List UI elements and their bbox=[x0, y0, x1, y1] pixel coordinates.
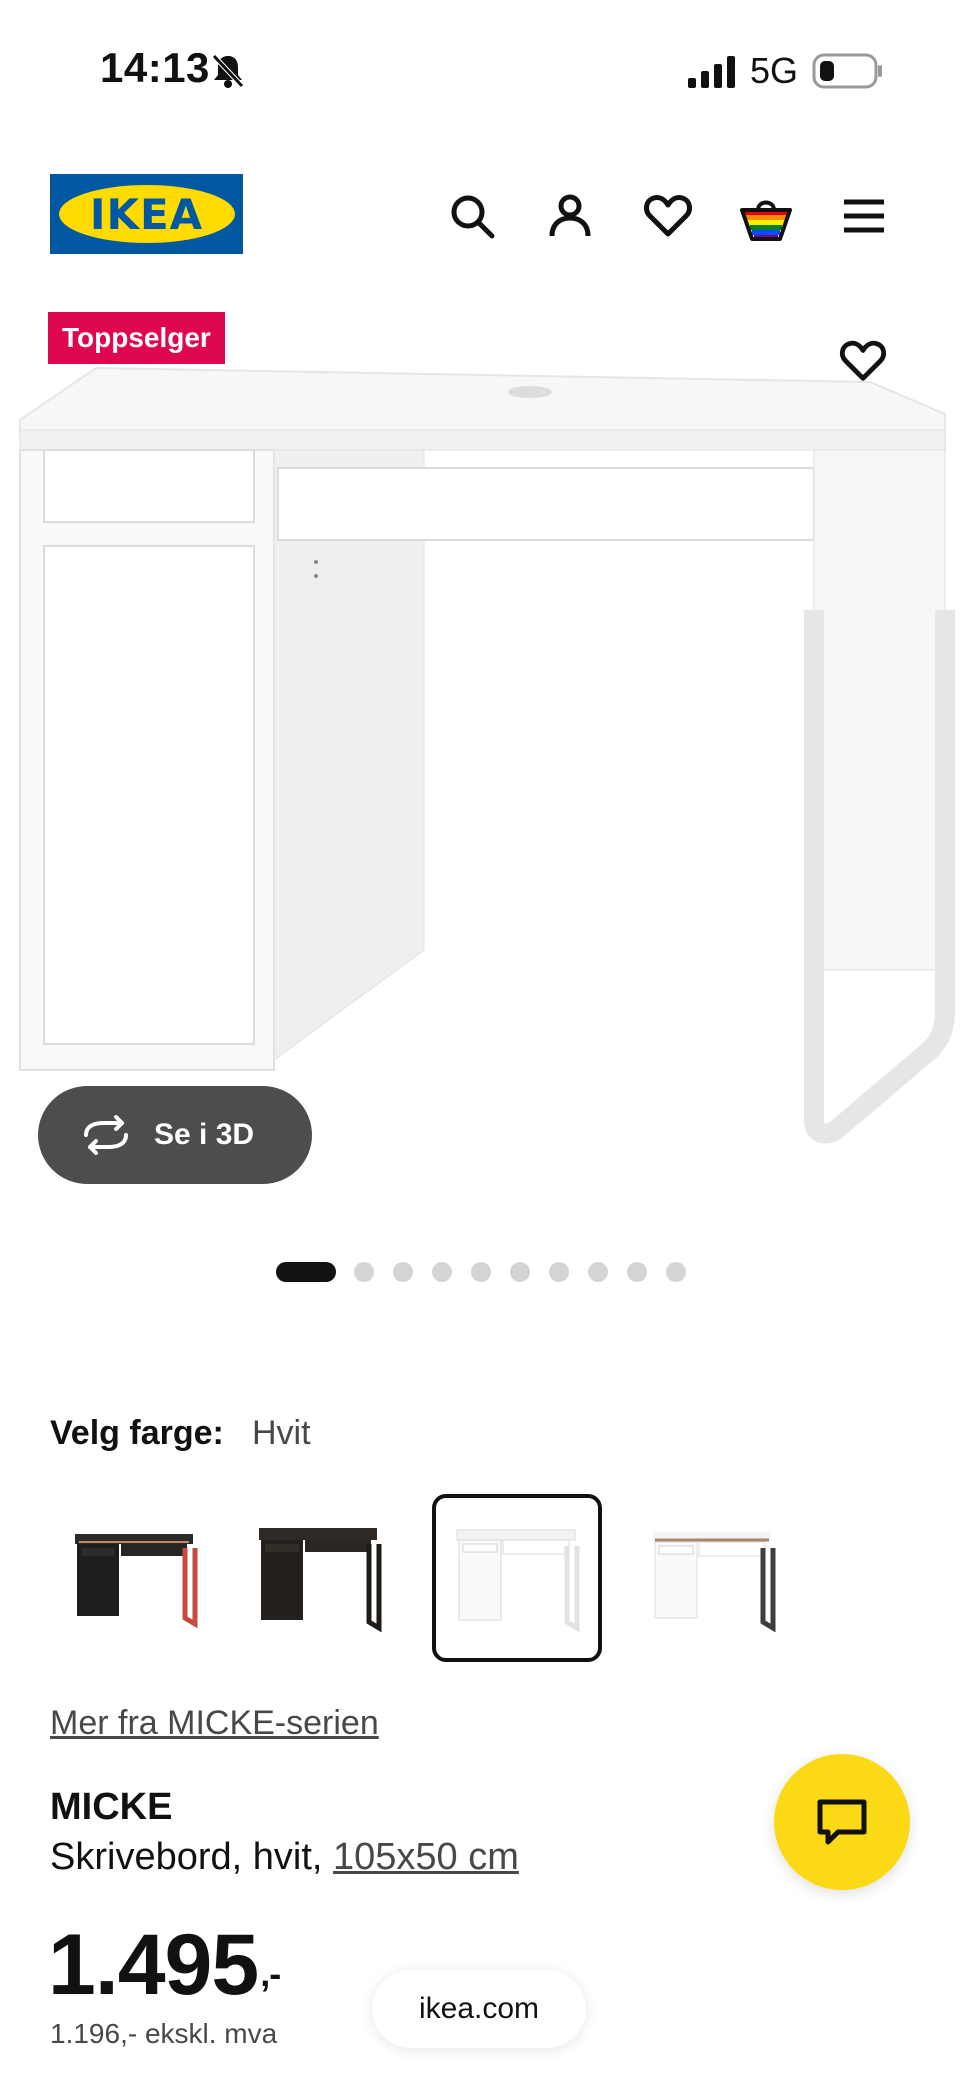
price-main: 1.495 bbox=[48, 1917, 259, 2013]
color-swatch-black-brown[interactable] bbox=[234, 1494, 404, 1662]
carousel-dot[interactable] bbox=[393, 1262, 413, 1282]
network-label: 5G bbox=[750, 50, 799, 91]
signal-icon bbox=[688, 56, 735, 88]
carousel-dot[interactable] bbox=[627, 1262, 647, 1282]
carousel-dot[interactable] bbox=[510, 1262, 530, 1282]
see-in-3d-label: Se i 3D bbox=[154, 1118, 255, 1151]
carousel-indicator bbox=[0, 1262, 960, 1282]
see-in-3d-button[interactable]: Se i 3D bbox=[38, 1086, 312, 1184]
color-label: Velg farge: bbox=[50, 1414, 224, 1452]
carousel-dot-active[interactable] bbox=[276, 1262, 336, 1282]
product-image[interactable] bbox=[0, 350, 960, 1150]
battery-icon bbox=[812, 53, 882, 89]
rotate-3d-icon bbox=[84, 1115, 128, 1155]
color-swatch-white[interactable] bbox=[432, 1494, 602, 1662]
site-header: IKEA bbox=[0, 170, 960, 260]
product-description-text: Skrivebord, hvit, bbox=[50, 1836, 323, 1878]
chat-button[interactable] bbox=[774, 1754, 910, 1890]
logo-oval: IKEA bbox=[58, 185, 235, 243]
cart-icon[interactable] bbox=[740, 190, 792, 242]
favorite-product-icon[interactable] bbox=[838, 336, 888, 386]
color-swatch-white-anthracite[interactable] bbox=[628, 1494, 798, 1662]
menu-icon[interactable] bbox=[838, 190, 890, 242]
favorites-icon[interactable] bbox=[642, 190, 694, 242]
color-value: Hvit bbox=[252, 1414, 311, 1452]
account-icon[interactable] bbox=[544, 190, 596, 242]
carousel-dot[interactable] bbox=[666, 1262, 686, 1282]
chat-icon bbox=[817, 1799, 867, 1845]
price-ex-vat: 1.196,- ekskl. mva bbox=[50, 2018, 278, 2049]
status-bar: 14:13 5G bbox=[0, 0, 960, 140]
carousel-dot[interactable] bbox=[432, 1262, 452, 1282]
search-icon[interactable] bbox=[446, 190, 498, 242]
carousel-dot[interactable] bbox=[549, 1262, 569, 1282]
carousel-dot[interactable] bbox=[354, 1262, 374, 1282]
product-size-link[interactable]: 105x50 cm bbox=[333, 1836, 519, 1878]
carousel-dot[interactable] bbox=[588, 1262, 608, 1282]
status-time: 14:13 bbox=[100, 44, 210, 91]
browser-url-bar[interactable]: ikea.com bbox=[372, 1970, 586, 2048]
product-price: 1.495,- bbox=[48, 1916, 281, 2015]
bell-muted-icon bbox=[212, 54, 244, 88]
series-link[interactable]: Mer fra MICKE-serien bbox=[50, 1704, 379, 1743]
color-swatch-black-brown-red[interactable] bbox=[50, 1494, 220, 1662]
logo-text: IKEA bbox=[89, 189, 204, 239]
product-name: MICKE bbox=[50, 1786, 173, 1828]
price-suffix: ,- bbox=[260, 1953, 281, 1994]
product-description: Skrivebord, hvit, 105x50 cm bbox=[50, 1836, 519, 1879]
ikea-logo[interactable]: IKEA bbox=[50, 174, 243, 254]
carousel-dot[interactable] bbox=[471, 1262, 491, 1282]
